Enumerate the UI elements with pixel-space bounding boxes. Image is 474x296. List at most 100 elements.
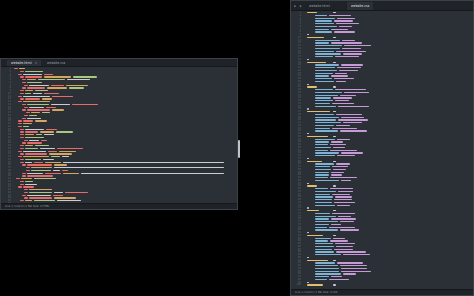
- code-token: [331, 28, 348, 30]
- code-token: [69, 87, 84, 89]
- code-token: [22, 142, 26, 144]
- code-token: [331, 42, 362, 44]
- code-token: [27, 142, 42, 144]
- split-handle[interactable]: [238, 140, 240, 158]
- code-token: [27, 117, 41, 119]
- code-token: [333, 146, 345, 149]
- code-token: [307, 210, 319, 212]
- code-token: [25, 70, 43, 73]
- tab-label: website.css: [351, 4, 370, 8]
- code-token: [333, 36, 336, 39]
- code-token: [315, 67, 335, 69]
- code-token: [25, 147, 38, 150]
- tab-website-css[interactable]: website.css: [347, 2, 374, 10]
- code-token: [315, 237, 331, 239]
- code-token: [343, 53, 362, 55]
- code-token: [63, 172, 79, 174]
- code-token: [25, 98, 40, 100]
- code-token: [315, 144, 328, 146]
- line-number: 100: [296, 283, 301, 287]
- code-token: [315, 152, 339, 154]
- code-token: [24, 84, 28, 86]
- code-token: [315, 226, 327, 228]
- code-token: [332, 212, 355, 215]
- code-token: [315, 174, 329, 176]
- code-token: [315, 199, 332, 201]
- code-token: [315, 262, 335, 264]
- code-token: [307, 259, 328, 261]
- code-token: [329, 14, 351, 17]
- code-token: [307, 157, 309, 160]
- code-token: [315, 267, 339, 270]
- code-token: [23, 73, 42, 75]
- code-token: [31, 167, 52, 169]
- tab-website-html[interactable]: website.html ×: [7, 60, 42, 66]
- code-token: [18, 101, 22, 103]
- code-token: [315, 201, 332, 204]
- code-token: [315, 105, 336, 107]
- code-token: [336, 80, 346, 83]
- code-area[interactable]: [307, 11, 473, 290]
- code-token: [51, 103, 70, 106]
- right-editor-window: ● ● ● website.html website.css 123456789…: [290, 0, 474, 296]
- code-token: [330, 177, 357, 179]
- code-token: [22, 109, 26, 111]
- code-token: [315, 42, 329, 44]
- code-token: [307, 182, 309, 184]
- code-token: [315, 278, 327, 281]
- code-token: [335, 100, 349, 102]
- code-token: [315, 221, 338, 223]
- code-token: [18, 123, 22, 125]
- code-token: [57, 147, 83, 150]
- code-token: [20, 153, 24, 155]
- code-token: [29, 197, 52, 199]
- code-area[interactable]: [14, 67, 237, 204]
- code-token: [315, 190, 336, 193]
- code-token: [20, 136, 24, 139]
- code-token: [25, 145, 33, 147]
- code-token: [315, 265, 338, 267]
- code-token: [315, 270, 339, 272]
- code-token: [315, 122, 341, 124]
- code-token: [330, 149, 357, 151]
- code-token: [336, 124, 350, 127]
- code-token: [35, 145, 49, 147]
- code-token: [22, 164, 26, 166]
- code-token: [18, 125, 22, 128]
- tab-website-css[interactable]: website.css: [43, 60, 70, 66]
- code-token: [22, 194, 26, 196]
- code-token: [31, 169, 51, 172]
- code-token: [315, 97, 331, 99]
- code-token: [337, 155, 355, 157]
- code-token: [333, 86, 336, 88]
- code-token: [332, 102, 354, 105]
- code-token: [21, 178, 32, 180]
- code-token: [44, 73, 53, 75]
- code-token: [23, 101, 50, 103]
- code-token: [307, 61, 326, 63]
- code-token: [315, 28, 329, 30]
- code-token: [341, 116, 364, 118]
- code-token: [329, 226, 355, 228]
- code-token: [315, 146, 331, 149]
- code-token: [43, 158, 54, 161]
- code-token: [315, 89, 333, 91]
- code-token: [62, 169, 68, 172]
- code-token: [337, 17, 355, 19]
- code-token: [338, 105, 369, 107]
- code-token: [23, 95, 50, 97]
- code-token: [330, 144, 346, 146]
- code-token: [20, 161, 24, 163]
- status-bar: Line 1, Column 1 Tab Size: 4 HTML: [1, 203, 237, 209]
- code-token: [315, 119, 336, 121]
- code-token: [315, 243, 333, 245]
- code-token: [46, 106, 56, 108]
- code-token: [340, 265, 367, 267]
- tab-website-html[interactable]: website.html: [305, 2, 334, 10]
- code-token: [18, 156, 22, 158]
- code-token: [315, 166, 330, 168]
- close-icon[interactable]: ×: [35, 61, 38, 65]
- code-token: [341, 270, 371, 272]
- left-tab-bar: website.html × website.css: [1, 59, 237, 67]
- code-token: [63, 161, 224, 163]
